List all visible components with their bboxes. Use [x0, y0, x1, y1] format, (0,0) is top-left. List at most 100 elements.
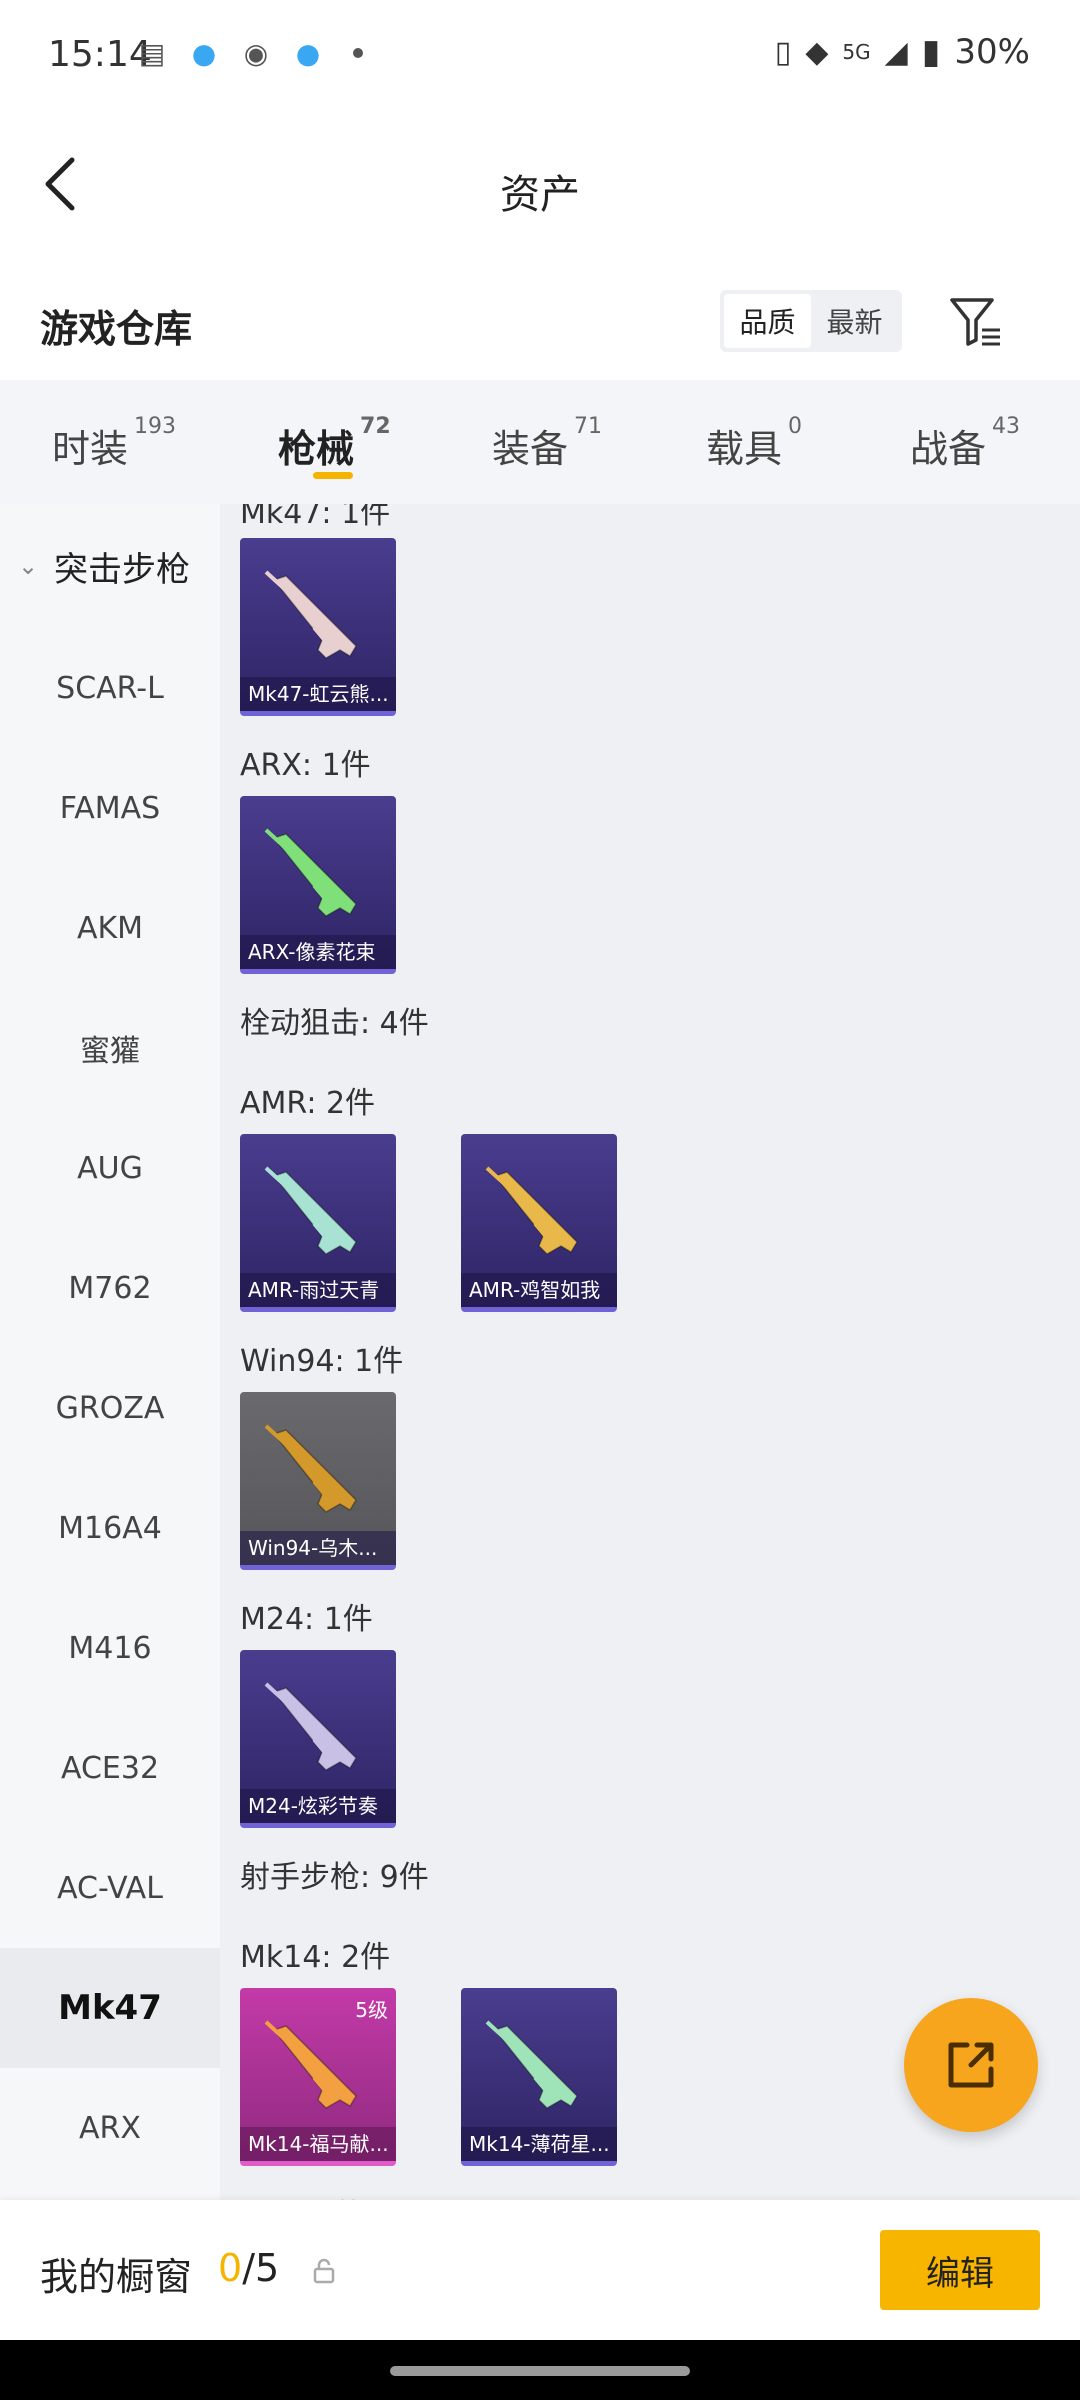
showcase-total: /5	[242, 2246, 280, 2290]
share-button[interactable]	[904, 1998, 1038, 2132]
dot-icon	[353, 48, 363, 58]
skin-card[interactable]: M24-炫彩节奏	[240, 1650, 396, 1828]
showcase-bar: 我的橱窗 0/5 编辑	[0, 2200, 1080, 2340]
sidebar-item[interactable]: ACE32	[0, 1708, 220, 1828]
active-tab-indicator	[313, 472, 353, 479]
section-title: AMR: 2件	[240, 1086, 376, 1121]
sort-segment: 品质 最新	[720, 290, 902, 352]
rifle-icon	[264, 1424, 357, 1513]
skin-name: Mk14-福马献...	[240, 2127, 396, 2161]
tab-label: 载具	[706, 427, 783, 471]
sidebar-item[interactable]: M762	[0, 1228, 220, 1348]
tab-count: 71	[574, 414, 603, 439]
weapon-list: Mk47: 1件 Mk47-虹云熊... ARX: 1件 ARX-像素花束 栓动…	[220, 504, 1080, 2200]
tab-label: 战备	[910, 427, 987, 471]
home-handle[interactable]	[390, 2366, 690, 2376]
skin-card[interactable]: Mk47-虹云熊...	[240, 538, 396, 716]
skin-card[interactable]: Mk14-薄荷星...	[461, 1988, 617, 2166]
qq-icon: ●	[191, 36, 217, 70]
tab-count: 0	[788, 414, 803, 439]
battery-icon: ▮	[921, 32, 941, 72]
skin-name: Mk14-薄荷星...	[461, 2127, 617, 2161]
filter-button[interactable]	[946, 292, 1006, 352]
sidebar-item[interactable]: SCAR-L	[0, 628, 220, 748]
skin-name: M24-炫彩节奏	[240, 1789, 396, 1823]
skin-name: Mk47-虹云熊...	[240, 677, 396, 711]
tab-count: 193	[134, 414, 177, 439]
rifle-icon	[264, 2020, 357, 2109]
tab-label: 时装	[52, 427, 129, 471]
warehouse-title: 游戏仓库	[40, 307, 193, 351]
sidebar-item[interactable]: AC-VAL	[0, 1828, 220, 1948]
top-header: 资产	[0, 116, 1080, 256]
sniper-icon	[264, 1682, 357, 1771]
tab-vehicles[interactable]: 载具0	[706, 414, 802, 473]
sidebar-item[interactable]: GROZA	[0, 1348, 220, 1468]
page-title: 资产	[500, 172, 580, 218]
battery-percent: 30%	[954, 32, 1030, 72]
signal-icon: ◢	[884, 34, 908, 70]
wechat-icon: ◉	[243, 36, 269, 70]
section-title: Mk14: 2件	[240, 1940, 391, 1975]
showcase-current: 0	[218, 2246, 243, 2290]
status-right: ▯ ◆ 5G ◢ ▮ 30%	[775, 32, 1030, 72]
warehouse-header: 游戏仓库 品质 最新	[0, 256, 1080, 380]
skin-card[interactable]: 5级 Mk14-福马献...	[240, 1988, 396, 2166]
section-title: Mk47: 1件	[240, 504, 391, 531]
skin-name: ARX-像素花束	[240, 935, 396, 969]
notification-icons: ▤ ● ◉ ●	[135, 36, 363, 70]
sort-quality-button[interactable]: 品质	[724, 294, 811, 348]
section-title: Win94: 1件	[240, 1344, 404, 1379]
nfc-icon: ▯	[774, 34, 792, 70]
wifi-icon: ◆	[805, 34, 829, 70]
status-bar: 15:14 ▤ ● ◉ ● ▯ ◆ 5G ◢ ▮ 30%	[0, 0, 1080, 116]
sidebar-item[interactable]: 蜜獾	[0, 988, 220, 1108]
rifle-icon	[485, 2020, 578, 2109]
tab-label: 装备	[492, 427, 569, 471]
share-external-icon	[948, 2042, 994, 2088]
chevron-down-icon: ⌄	[18, 552, 39, 580]
skin-card[interactable]: AMR-雨过天青	[240, 1134, 396, 1312]
skin-card[interactable]: Win94-乌木...	[240, 1392, 396, 1570]
sidebar-item-active[interactable]: Mk47	[0, 1948, 220, 2068]
sidebar-item[interactable]: AKM	[0, 868, 220, 988]
section-title: SPV: 2件	[240, 2190, 364, 2200]
rifle-icon	[264, 828, 357, 917]
sort-latest-button[interactable]: 最新	[811, 294, 898, 348]
sidebar-item[interactable]: FAMAS	[0, 748, 220, 868]
section-title: ARX: 1件	[240, 748, 371, 783]
network-type: 5G	[842, 40, 871, 64]
tab-supplies[interactable]: 战备43	[910, 414, 1020, 473]
sidebar-item[interactable]: M16A4	[0, 1468, 220, 1588]
sidebar-group-assault-rifles[interactable]: ⌄ 突击步枪	[0, 504, 220, 628]
showcase-count: 0/5	[218, 2246, 279, 2290]
skin-name: AMR-鸡智如我	[461, 1273, 617, 1307]
sidebar-item[interactable]: AUG	[0, 1108, 220, 1228]
tab-equipment[interactable]: 装备71	[492, 414, 602, 473]
tab-fashion[interactable]: 时装193	[52, 414, 176, 473]
skin-name: AMR-雨过天青	[240, 1273, 396, 1307]
qq-icon: ●	[295, 36, 321, 70]
section-title: M24: 1件	[240, 1602, 373, 1637]
skin-card[interactable]: ARX-像素花束	[240, 796, 396, 974]
showcase-label: 我的橱窗	[40, 2255, 193, 2299]
section-title: 栓动狙击: 4件	[240, 1006, 429, 1041]
filter-icon	[950, 298, 1000, 346]
weapon-sidebar: ⌄ 突击步枪 SCAR-L FAMAS AKM 蜜獾 AUG M762 GROZ…	[0, 504, 220, 2200]
tab-firearms[interactable]: 枪械72	[278, 414, 391, 473]
sniper-icon	[264, 1166, 357, 1255]
lock-icon	[313, 2258, 335, 2284]
sidebar-group-label: 突击步枪	[54, 549, 190, 590]
notes-icon: ▤	[138, 36, 166, 70]
sidebar-item[interactable]: ARX	[0, 2068, 220, 2188]
category-tabs: 时装193 枪械72 装备71 载具0 战备43	[0, 380, 1080, 504]
sidebar-item[interactable]: M416	[0, 1588, 220, 1708]
sniper-icon	[485, 1166, 578, 1255]
rifle-icon	[264, 570, 357, 659]
tab-count: 72	[360, 414, 391, 439]
section-title: 射手步枪: 9件	[240, 1860, 429, 1895]
skin-card[interactable]: AMR-鸡智如我	[461, 1134, 617, 1312]
tab-count: 43	[992, 414, 1021, 439]
edit-button[interactable]: 编辑	[880, 2230, 1040, 2310]
system-nav-bar	[0, 2340, 1080, 2400]
